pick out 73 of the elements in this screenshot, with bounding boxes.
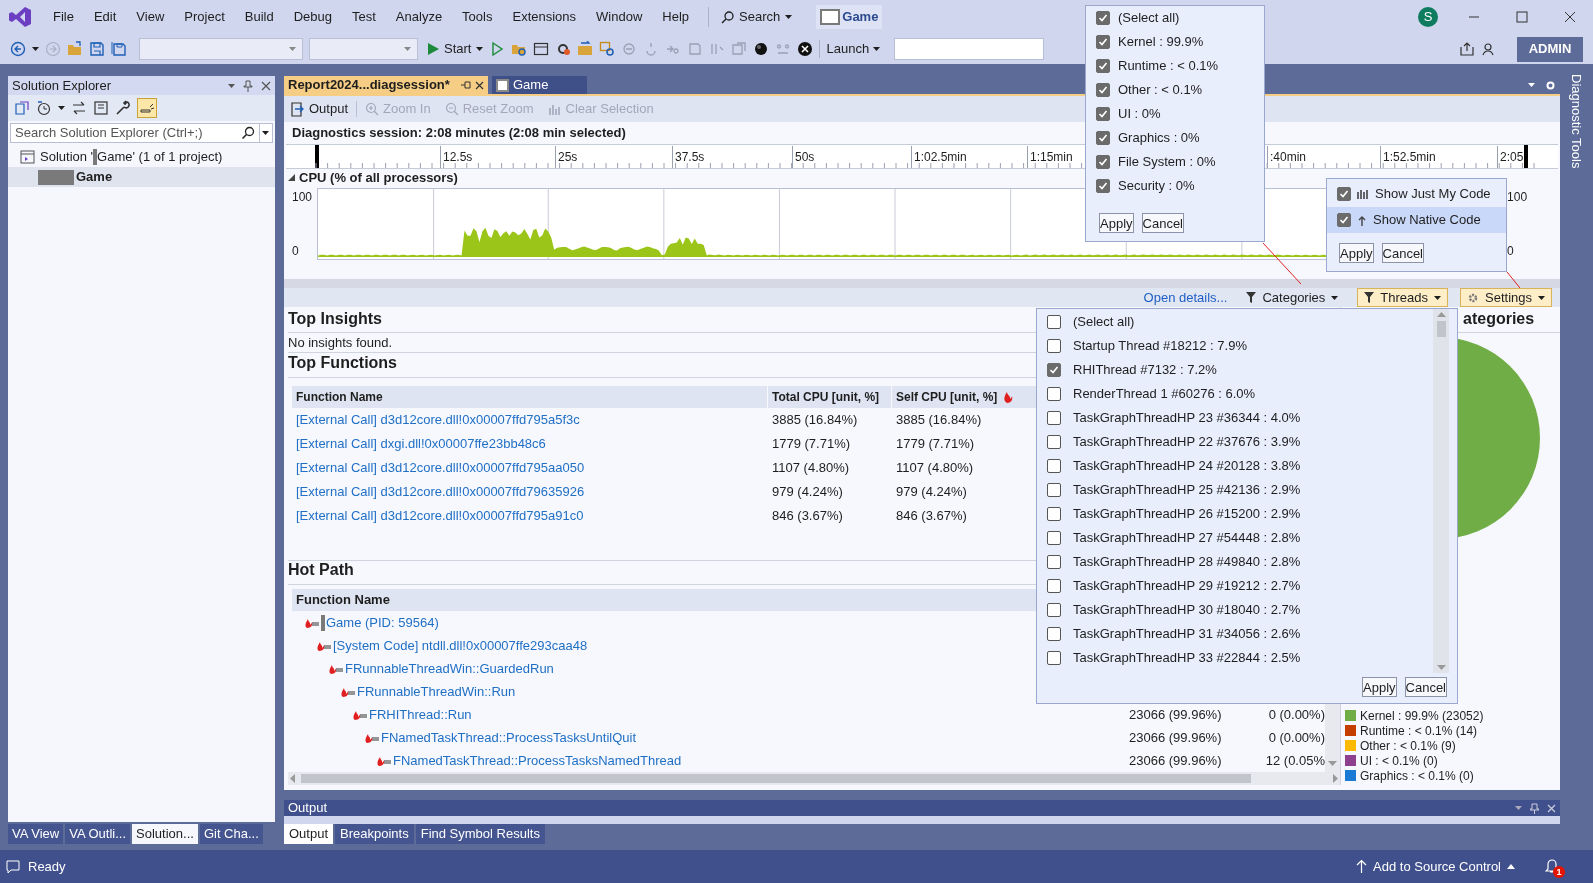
checkbox-label: TaskGraphThreadHP 26 #15200 : 2.9% [1073, 505, 1301, 524]
table-cell-text: 23066 (99.96%) [1129, 728, 1223, 747]
checkbox-label: TaskGraphThreadHP 30 #18040 : 2.7% [1073, 601, 1301, 620]
table-cell-text: 1107 (4.80%) [771, 459, 851, 478]
solution-name-badge: Game [816, 5, 883, 29]
legend-label: Runtime : < 0.1% (14) [1360, 723, 1478, 740]
checkbox-label: TaskGraphThreadHP 27 #54448 : 2.8% [1073, 529, 1301, 548]
table-cell-text: 979 (4.24%) [895, 483, 968, 502]
table-cell-text: 0 (0.00%) [1267, 728, 1325, 747]
checkbox-label: Show Just My Code [1375, 185, 1491, 204]
checkbox-label: TaskGraphThreadHP 25 #42136 : 2.9% [1073, 481, 1301, 500]
table-cell-text: 12 (0.05% [1264, 751, 1325, 770]
session-summary: Diagnostics session: 2:08 minutes (2:08 min selected) [292, 124, 626, 143]
checkbox-label: TaskGraphThreadHP 24 #20128 : 3.8% [1073, 457, 1301, 476]
checkbox-label: UI : 0% [1118, 105, 1161, 124]
table-cell-text: 979 (4.24%) [771, 483, 844, 502]
checkbox-label: (Select all) [1118, 9, 1180, 28]
checkbox-label: RenderThread 1 #60276 : 6.0% [1073, 385, 1256, 404]
checkbox-label: RHIThread #7132 : 7.2% [1073, 361, 1217, 380]
tick-label: 50s [792, 146, 819, 168]
table-cell-text: 1779 (7.71%) [895, 435, 976, 454]
checkbox-label: Graphics : 0% [1118, 129, 1200, 148]
checkbox-label: Security : 0% [1118, 177, 1195, 196]
checkbox-label: Runtime : < 0.1% [1118, 57, 1219, 76]
panel-title: Solution Explorer [12, 76, 112, 95]
checkbox-label: TaskGraphThreadHP 33 #22844 : 2.5% [1073, 649, 1301, 668]
table-cell-text: 3885 (16.84%) [771, 411, 859, 430]
checkbox-label: TaskGraphThreadHP 23 #36344 : 4.0% [1073, 409, 1301, 428]
table-cell-text: 1779 (7.71%) [771, 435, 852, 454]
notification-badge: 1 [1553, 865, 1565, 878]
table-cell-text: 846 (3.67%) [771, 507, 844, 526]
panel-title: Output [288, 799, 329, 818]
table-cell-text: 23066 (99.96%) [1129, 751, 1223, 770]
status-text: Ready [28, 857, 67, 876]
tick-label: 12.5s [440, 146, 477, 168]
axis-label: 100 [292, 189, 314, 206]
checkbox-label: TaskGraphThreadHP 22 #37676 : 3.9% [1073, 433, 1301, 452]
checkbox-label: Startup Thread #18212 : 7.9% [1073, 337, 1247, 356]
tree-label: Solution ' [40, 148, 94, 167]
tick-label: :40min [1267, 146, 1311, 168]
section-title: ategories [1463, 309, 1535, 329]
checkbox-label: Show Native Code [1373, 211, 1481, 230]
legend-label: Other : < 0.1% (9) [1360, 738, 1456, 755]
tree-label: Game [76, 168, 113, 187]
legend-label: Kernel : 99.9% (23052) [1360, 707, 1484, 725]
section-title: Top Insights [288, 309, 382, 329]
axis-label: 0 [292, 243, 300, 260]
checkbox-label: File System : 0% [1118, 153, 1216, 172]
table-cell-text: 1107 (4.80%) [895, 459, 975, 478]
chart-title: CPU (% of all processors) [299, 168, 458, 187]
axis-label: 100 [1507, 189, 1529, 206]
table-cell-text: 0 (0.00%) [1267, 705, 1325, 724]
table-cell-text: 846 (3.67%) [895, 507, 968, 526]
tick-label: 1:02.5min [911, 146, 971, 168]
tick-label: 1:52.5min [1380, 146, 1440, 168]
checkbox-label: (Select all) [1073, 313, 1135, 332]
legend-label: UI : < 0.1% (0) [1360, 752, 1438, 770]
checkbox-label: TaskGraphThreadHP 29 #19212 : 2.7% [1073, 577, 1301, 596]
checkbox-label: TaskGraphThreadHP 28 #49840 : 2.8% [1073, 553, 1301, 572]
tree-label: Game' (1 of 1 project) [97, 148, 223, 167]
legend-label: Graphics : < 0.1% (0) [1360, 768, 1474, 785]
table-cell-text: 3885 (16.84%) [895, 411, 983, 430]
tick-label: 1:15min [1027, 146, 1077, 168]
tick-label: 25s [555, 146, 582, 168]
tick-label: 37.5s [672, 146, 709, 168]
axis-label: 0 [1507, 243, 1515, 260]
checkbox-label: TaskGraphThreadHP 31 #34056 : 2.6% [1073, 625, 1301, 644]
checkbox-label: Kernel : 99.9% [1118, 33, 1204, 52]
section-title: Top Functions [288, 353, 397, 373]
checkbox-label: Other : < 0.1% [1118, 81, 1203, 100]
table-cell-text: 23066 (99.96%) [1129, 705, 1223, 724]
insights-message: No insights found. [288, 333, 393, 352]
section-title: Hot Path [288, 560, 354, 580]
